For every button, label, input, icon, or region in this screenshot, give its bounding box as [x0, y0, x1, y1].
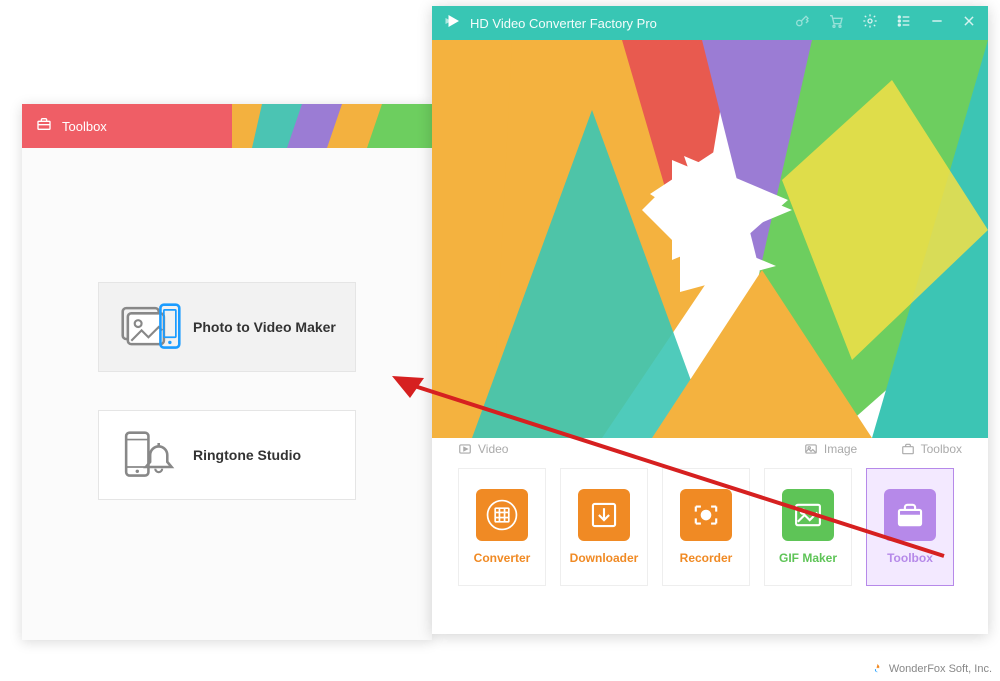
toolbox-titlebar: Toolbox: [22, 104, 432, 148]
tile-gif-maker[interactable]: GIF Maker: [764, 468, 852, 586]
app-title: HD Video Converter Factory Pro: [470, 16, 794, 31]
cat-image: Image: [804, 442, 901, 456]
watermark: WonderFox Soft, Inc.: [871, 663, 992, 675]
header-decoration: [232, 104, 432, 148]
tile-recorder[interactable]: Recorder: [662, 468, 750, 586]
cart-icon[interactable]: [828, 13, 844, 34]
header-icons: [794, 13, 976, 34]
tool-photo-label: Photo to Video Maker: [193, 319, 336, 335]
ringtone-icon: [117, 431, 185, 479]
tile-downloader[interactable]: Downloader: [560, 468, 648, 586]
wonderfox-logo-icon: [871, 663, 883, 675]
cat-toolbox: Toolbox: [901, 442, 962, 456]
photo-video-icon: [117, 303, 185, 351]
cat-video-label: Video: [478, 442, 508, 456]
tool-ringtone-studio[interactable]: Ringtone Studio: [98, 410, 356, 500]
tool-ringtone-label: Ringtone Studio: [193, 447, 301, 463]
converter-icon: [476, 489, 528, 541]
category-row: Video Image Toolbox: [432, 442, 988, 456]
main-titlebar: HD Video Converter Factory Pro: [432, 6, 988, 40]
tile-recorder-label: Recorder: [680, 551, 733, 565]
toolbox-icon: [36, 116, 52, 137]
minimize-icon[interactable]: [930, 14, 944, 33]
watermark-text: WonderFox Soft, Inc.: [889, 663, 992, 675]
key-icon[interactable]: [794, 13, 810, 34]
toolbox-window: Toolbox Photo to Video Maker: [22, 104, 432, 640]
tile-converter-label: Converter: [474, 551, 531, 565]
gear-icon[interactable]: [862, 13, 878, 34]
tile-converter[interactable]: Converter: [458, 468, 546, 586]
tile-toolbox-label: Toolbox: [887, 551, 933, 565]
list-icon[interactable]: [896, 13, 912, 34]
tool-photo-to-video[interactable]: Photo to Video Maker: [98, 282, 356, 372]
recorder-icon: [680, 489, 732, 541]
toolbox-title: Toolbox: [62, 119, 107, 134]
close-icon[interactable]: [962, 14, 976, 33]
cat-image-label: Image: [824, 442, 857, 456]
tool-tiles: Converter Downloader Recorder GIF Maker …: [432, 456, 988, 586]
downloader-icon: [578, 489, 630, 541]
cat-toolbox-label: Toolbox: [921, 442, 962, 456]
app-logo-icon: [444, 12, 462, 35]
tile-downloader-label: Downloader: [570, 551, 639, 565]
main-window: HD Video Converter Factory Pro: [432, 6, 988, 634]
toolbox-tile-icon: [884, 489, 936, 541]
cat-video: Video: [458, 442, 804, 456]
tile-toolbox[interactable]: Toolbox: [866, 468, 954, 586]
banner-art: [432, 40, 988, 438]
gif-icon: [782, 489, 834, 541]
tile-gif-label: GIF Maker: [779, 551, 837, 565]
